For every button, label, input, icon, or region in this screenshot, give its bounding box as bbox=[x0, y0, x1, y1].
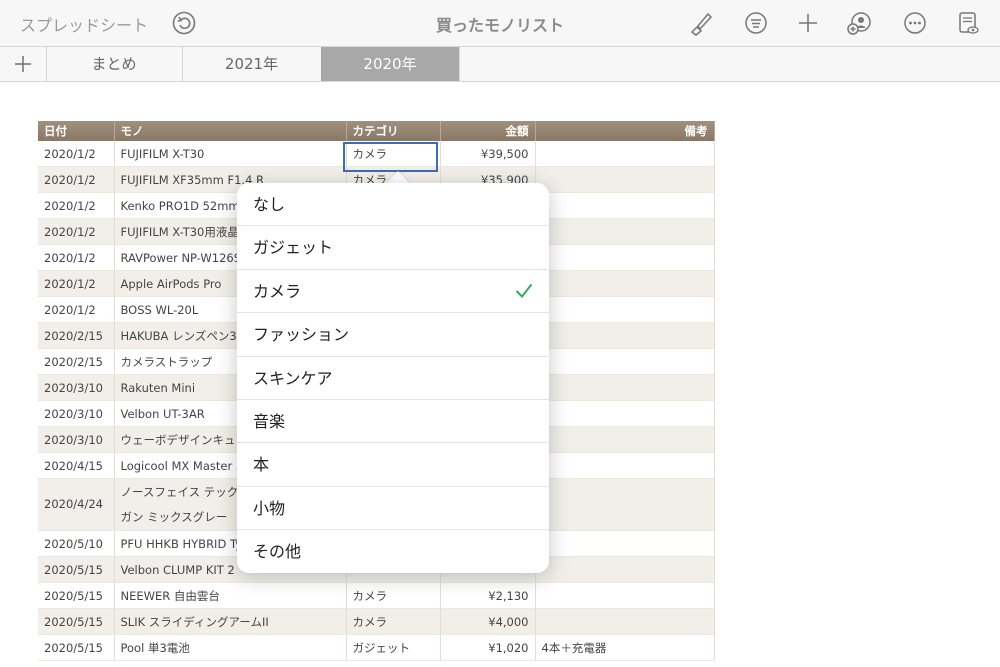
table-cell[interactable]: SLIK スライディングアームII bbox=[114, 608, 347, 635]
table-cell[interactable]: FUJIFILM X-T30 bbox=[114, 141, 347, 167]
category-option-label: 本 bbox=[253, 455, 270, 475]
table-row: 2020/1/2 FUJIFILM X-T30 カメラ ¥39,500 bbox=[38, 141, 715, 167]
table-cell[interactable]: 4本＋充電器 bbox=[535, 634, 715, 661]
undo-icon[interactable] bbox=[172, 11, 196, 35]
sheet-tab-bar: まとめ 2021年 2020年 bbox=[0, 46, 1000, 82]
checkmark-icon bbox=[516, 283, 532, 298]
table-cell[interactable] bbox=[535, 478, 715, 531]
table-cell[interactable] bbox=[535, 244, 715, 271]
category-option[interactable]: 音楽 bbox=[237, 400, 549, 444]
table-cell[interactable]: ガジェット bbox=[346, 634, 441, 661]
table-cell[interactable] bbox=[535, 452, 715, 479]
table-row: 2020/5/15 NEEWER 自由雲台 カメラ ¥2,130 bbox=[38, 582, 715, 609]
category-option-label: ガジェット bbox=[253, 238, 334, 258]
category-option[interactable]: ガジェット bbox=[237, 226, 549, 270]
table-cell[interactable]: NEEWER 自由雲台 bbox=[114, 582, 347, 609]
table-cell[interactable] bbox=[535, 296, 715, 323]
table-cell[interactable]: カメラ bbox=[346, 608, 441, 635]
table-cell[interactable] bbox=[535, 374, 715, 401]
table-cell[interactable] bbox=[535, 608, 715, 635]
table-cell[interactable] bbox=[535, 192, 715, 219]
table-cell[interactable]: 2020/5/15 bbox=[38, 582, 115, 609]
category-option-label: カメラ bbox=[253, 281, 302, 301]
table-cell[interactable]: 2020/2/15 bbox=[38, 348, 115, 375]
table-cell[interactable]: カメラ bbox=[346, 582, 441, 609]
add-sheet-button[interactable] bbox=[0, 47, 47, 81]
tab-2020[interactable]: 2020年 bbox=[321, 47, 460, 81]
paintbrush-icon[interactable] bbox=[688, 10, 714, 36]
category-option[interactable]: カメラ bbox=[237, 270, 549, 314]
table-cell[interactable]: カメラ bbox=[346, 141, 441, 167]
table-cell[interactable]: 2020/1/2 bbox=[38, 218, 115, 245]
tab-summary[interactable]: まとめ bbox=[46, 47, 183, 81]
category-popover: なしガジェットカメラファッション スキンケア音楽本小物その他 bbox=[237, 183, 549, 573]
table-cell[interactable]: 2020/3/10 bbox=[38, 426, 115, 453]
table-cell[interactable]: 2020/3/10 bbox=[38, 374, 115, 401]
category-option[interactable]: ファッション bbox=[237, 313, 549, 357]
table-cell[interactable] bbox=[535, 141, 715, 167]
table-cell[interactable] bbox=[535, 582, 715, 609]
table-cell[interactable]: 2020/5/10 bbox=[38, 530, 115, 557]
table-cell[interactable]: 2020/4/15 bbox=[38, 452, 115, 479]
table-cell[interactable]: 2020/5/15 bbox=[38, 634, 115, 661]
table-cell[interactable]: 2020/1/2 bbox=[38, 270, 115, 297]
table-cell[interactable]: 2020/1/2 bbox=[38, 141, 115, 167]
table-cell[interactable]: Pool 単3電池 bbox=[114, 634, 347, 661]
table-cell[interactable]: 2020/1/2 bbox=[38, 192, 115, 219]
plus-icon[interactable] bbox=[795, 10, 821, 36]
category-option-label: 音楽 bbox=[253, 411, 286, 431]
table-row: 2020/5/15 SLIK スライディングアームII カメラ ¥4,000 bbox=[38, 608, 715, 635]
more-icon[interactable] bbox=[902, 10, 928, 36]
column-header[interactable]: カテゴリ bbox=[346, 121, 441, 141]
table-cell[interactable] bbox=[535, 322, 715, 349]
toolbar: スプレッドシート 買ったモノリスト bbox=[0, 0, 1000, 46]
table-cell[interactable]: 2020/2/15 bbox=[38, 322, 115, 349]
category-option-label: 小物 bbox=[253, 498, 286, 518]
document-view-icon[interactable] bbox=[955, 10, 981, 36]
tab-2021[interactable]: 2021年 bbox=[182, 47, 322, 81]
category-option[interactable]: 本 bbox=[237, 443, 549, 487]
table-cell[interactable]: 2020/1/2 bbox=[38, 166, 115, 193]
table-cell[interactable] bbox=[535, 348, 715, 375]
category-option-label: その他 bbox=[253, 542, 302, 562]
table-row: 2020/5/15 Pool 単3電池 ガジェット ¥1,020 4本＋充電器 bbox=[38, 634, 715, 661]
table-cell[interactable] bbox=[535, 556, 715, 583]
table-cell[interactable] bbox=[535, 218, 715, 245]
category-option[interactable]: その他 bbox=[237, 530, 549, 573]
header-row: 日付 モノ カテゴリ 金額 備考 bbox=[38, 121, 715, 141]
table-cell[interactable]: 2020/5/15 bbox=[38, 608, 115, 635]
table-cell[interactable]: 2020/1/2 bbox=[38, 244, 115, 271]
back-to-spreadsheets-button[interactable]: スプレッドシート bbox=[20, 12, 148, 36]
table-cell[interactable]: ¥39,500 bbox=[440, 141, 536, 167]
table-cell[interactable]: ¥4,000 bbox=[440, 608, 536, 635]
column-header[interactable]: 金額 bbox=[440, 121, 536, 141]
column-header[interactable]: モノ bbox=[114, 121, 347, 141]
category-option[interactable]: 小物 bbox=[237, 487, 549, 531]
table-cell[interactable] bbox=[535, 530, 715, 557]
category-option-label: なし bbox=[253, 195, 286, 214]
table-cell[interactable]: 2020/5/15 bbox=[38, 556, 115, 583]
format-list-icon[interactable] bbox=[743, 10, 769, 36]
collaborate-icon[interactable] bbox=[846, 10, 872, 36]
table-cell[interactable]: 2020/4/24 bbox=[38, 478, 115, 531]
column-header[interactable]: 備考 bbox=[535, 121, 715, 141]
table-cell[interactable] bbox=[535, 426, 715, 453]
table-cell[interactable]: 2020/3/10 bbox=[38, 400, 115, 427]
table-cell[interactable] bbox=[535, 270, 715, 297]
table-cell[interactable]: ¥2,130 bbox=[440, 582, 536, 609]
table-cell[interactable]: 2020/1/2 bbox=[38, 296, 115, 323]
category-option[interactable]: なし bbox=[237, 183, 549, 227]
category-option[interactable]: スキンケア bbox=[237, 357, 549, 400]
table-cell[interactable] bbox=[535, 166, 715, 193]
table-cell[interactable] bbox=[535, 400, 715, 427]
category-option-label: ファッション bbox=[253, 325, 350, 345]
column-header[interactable]: 日付 bbox=[38, 121, 115, 141]
table-cell[interactable]: ¥1,020 bbox=[440, 634, 536, 661]
category-option-label: スキンケア bbox=[253, 368, 333, 388]
